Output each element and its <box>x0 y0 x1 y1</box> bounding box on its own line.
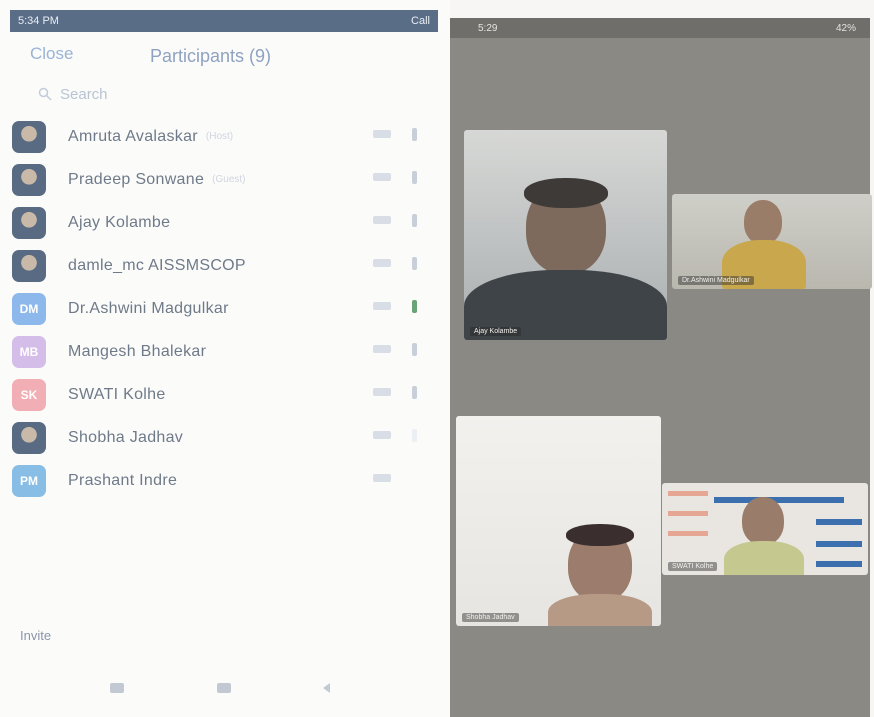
board-mark <box>816 561 862 567</box>
participants-screen: 5:34 PM Call Close Participants (9) Amru… <box>0 0 450 717</box>
participant-row[interactable]: PM Prashant Indre <box>8 459 428 502</box>
board-mark <box>668 531 708 536</box>
board-mark <box>668 491 708 496</box>
mic-icon <box>373 302 391 310</box>
tile-name-label: Dr.Ashwini Madgulkar <box>678 276 754 285</box>
mic-icon <box>373 216 391 224</box>
participant-name: SWATI Kolhe <box>68 385 166 403</box>
mic-icon <box>373 388 391 396</box>
avatar <box>12 206 46 239</box>
participant-row[interactable]: Ajay Kolambe <box>8 201 428 244</box>
participant-row[interactable]: Shobha Jadhav <box>8 416 428 459</box>
participant-body <box>724 541 804 575</box>
participant-name: Dr.Ashwini Madgulkar <box>68 299 229 317</box>
close-button[interactable]: Close <box>30 44 73 64</box>
video-icon <box>412 429 417 442</box>
role-tag: (Host) <box>205 131 234 142</box>
video-tile-3[interactable]: Shobha Jadhav <box>456 416 661 626</box>
video-icon <box>412 214 417 227</box>
status-time: 5:34 PM <box>18 15 59 27</box>
tile-name-label: Ajay Kolambe <box>470 327 522 336</box>
participant-name: Prashant Indre <box>68 471 178 489</box>
participant-body <box>548 594 652 626</box>
mic-icon <box>373 173 391 181</box>
participant-name: Pradeep Sonwane <box>68 170 205 188</box>
role-tag: (Guest) <box>212 174 246 185</box>
avatar: SK <box>12 378 46 411</box>
participant-name: Shobha Jadhav <box>68 428 184 446</box>
video-icon <box>412 300 417 313</box>
tile-name-label: Shobha Jadhav <box>462 613 519 622</box>
recent-apps-icon[interactable] <box>110 683 124 693</box>
battery-level: 42% <box>835 22 856 34</box>
participant-face <box>742 497 784 545</box>
participant-list: Amruta Avalaskar (Host) Pradeep Sonwane (Gu… <box>8 115 428 502</box>
avatar <box>12 120 46 153</box>
avatar: MB <box>12 335 46 368</box>
board-mark <box>668 511 708 516</box>
participant-row[interactable]: DM Dr.Ashwini Madgulkar <box>8 287 428 330</box>
status-bar: 5:34 PM Call <box>10 10 438 32</box>
video-icon <box>412 171 417 184</box>
avatar <box>12 163 46 196</box>
mic-icon <box>373 474 391 482</box>
invite-button[interactable]: Invite <box>20 628 51 643</box>
participant-hair <box>566 524 634 546</box>
mic-icon <box>373 130 391 138</box>
video-tile-2[interactable]: Dr.Ashwini Madgulkar <box>672 194 872 289</box>
video-tile-4[interactable]: SWATI Kolhe <box>662 483 868 575</box>
page-title: Participants (9) <box>150 46 272 66</box>
board-mark <box>816 519 862 525</box>
status-right: Call <box>411 15 430 27</box>
mic-icon <box>373 431 391 439</box>
participants-header: Close Participants (9) <box>10 38 430 78</box>
board-mark <box>714 497 844 503</box>
participant-row[interactable]: damle_mc AISSMSCOP <box>8 244 428 287</box>
avatar: PM <box>12 464 46 497</box>
video-icon <box>412 257 417 270</box>
search-icon <box>38 87 52 101</box>
video-icon <box>412 343 417 356</box>
participant-name: damle_mc AISSMSCOP <box>68 256 246 274</box>
status-time-right: 5:29 <box>478 22 498 34</box>
system-nav-bar <box>110 678 330 698</box>
video-tile-1[interactable]: Ajay Kolambe <box>464 130 667 340</box>
participant-name: Ajay Kolambe <box>68 213 171 231</box>
video-icon <box>412 128 417 141</box>
home-icon[interactable] <box>216 683 231 693</box>
participant-row[interactable]: SK SWATI Kolhe <box>8 373 428 416</box>
participant-hair <box>524 178 608 208</box>
avatar: DM <box>12 292 46 325</box>
participant-row[interactable]: Pradeep Sonwane (Guest) <box>8 158 428 201</box>
search-input[interactable] <box>58 84 262 104</box>
participant-name: Amruta Avalaskar <box>68 127 198 145</box>
avatar <box>12 421 46 454</box>
status-bar-right: 5:29 42% <box>450 18 870 38</box>
back-icon[interactable] <box>323 683 330 693</box>
participant-row[interactable]: Amruta Avalaskar (Host) <box>8 115 428 158</box>
search-bar[interactable] <box>38 83 338 105</box>
participant-face <box>744 200 782 244</box>
participant-row[interactable]: MB Mangesh Bhalekar <box>8 330 428 373</box>
board-mark <box>816 541 862 547</box>
mic-icon <box>373 345 391 353</box>
video-icon <box>412 386 417 399</box>
video-gallery-screen: 5:29 42% Ajay Kolambe Dr.Ashwini Madgulk… <box>450 18 872 717</box>
mic-icon <box>373 259 391 267</box>
avatar <box>12 249 46 282</box>
tile-name-label: SWATI Kolhe <box>668 562 718 571</box>
participant-name: Mangesh Bhalekar <box>68 342 207 360</box>
